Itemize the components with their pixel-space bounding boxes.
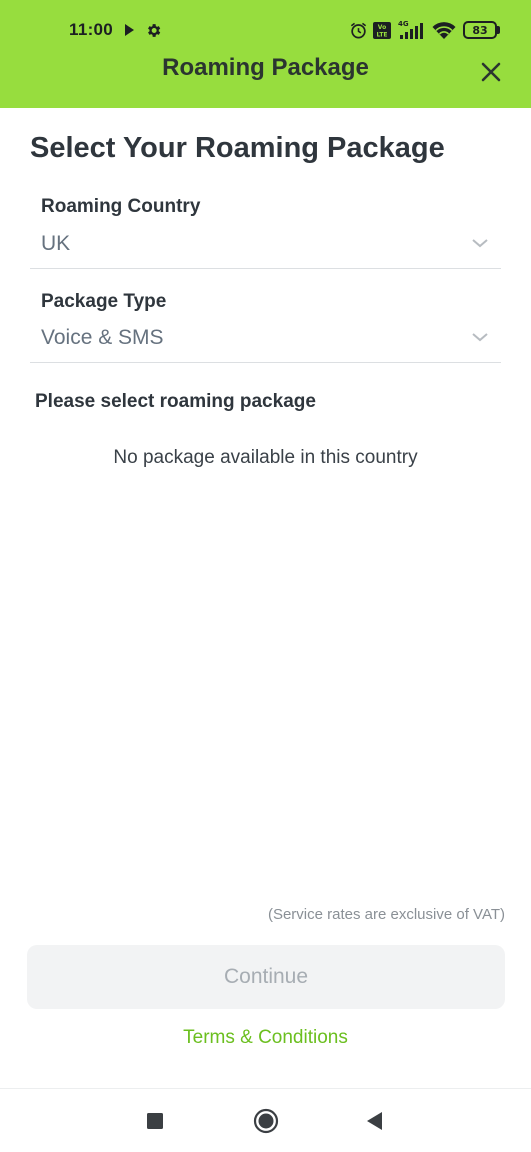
recents-icon: [147, 1113, 163, 1129]
network-label: 4G: [398, 20, 409, 28]
gear-icon: [148, 24, 161, 37]
volte-icon: Vo LTE: [373, 22, 391, 39]
back-button[interactable]: [361, 1107, 389, 1135]
package-section-label: Please select roaming package: [35, 391, 316, 412]
roaming-package-screen: 11:00 Vo LTE 4G 83 Roaming Package Selec…: [0, 0, 531, 1152]
back-icon: [367, 1112, 382, 1130]
close-button[interactable]: [476, 57, 506, 87]
chevron-down-icon: [472, 239, 488, 248]
page-title: Select Your Roaming Package: [30, 132, 445, 164]
roaming-country-select[interactable]: UK: [30, 223, 501, 269]
home-icon: [253, 1108, 279, 1134]
recents-button[interactable]: [141, 1107, 169, 1135]
system-nav-bar: [0, 1088, 531, 1152]
roaming-country-value: UK: [41, 232, 71, 255]
app-bar-title: Roaming Package: [162, 54, 369, 81]
svg-text:LTE: LTE: [376, 32, 387, 39]
roaming-country-label: Roaming Country: [41, 196, 201, 217]
package-type-select[interactable]: Voice & SMS: [30, 317, 501, 363]
signal-icon: 4G: [398, 20, 423, 39]
status-time: 11:00: [69, 20, 114, 39]
battery-icon: 83: [463, 21, 497, 39]
empty-package-message: No package available in this country: [113, 447, 418, 468]
wifi-icon: [432, 22, 456, 39]
home-button[interactable]: [252, 1107, 280, 1135]
close-icon: [481, 62, 501, 82]
header: 11:00 Vo LTE 4G 83 Roaming Package: [0, 0, 531, 108]
vat-note: (Service rates are exclusive of VAT): [267, 906, 505, 923]
battery-level: 83: [472, 23, 488, 37]
play-icon: [125, 24, 134, 36]
terms-conditions-link[interactable]: Terms & Conditions: [0, 1027, 531, 1049]
package-type-label: Package Type: [41, 291, 167, 312]
package-type-value: Voice & SMS: [41, 326, 164, 349]
status-bar: 11:00 Vo LTE 4G 83: [0, 0, 531, 60]
continue-button[interactable]: Continue: [27, 945, 505, 1009]
svg-text:Vo: Vo: [378, 24, 386, 31]
chevron-down-icon: [472, 333, 488, 342]
alarm-icon: [350, 22, 367, 39]
battery-tip: [497, 26, 500, 34]
